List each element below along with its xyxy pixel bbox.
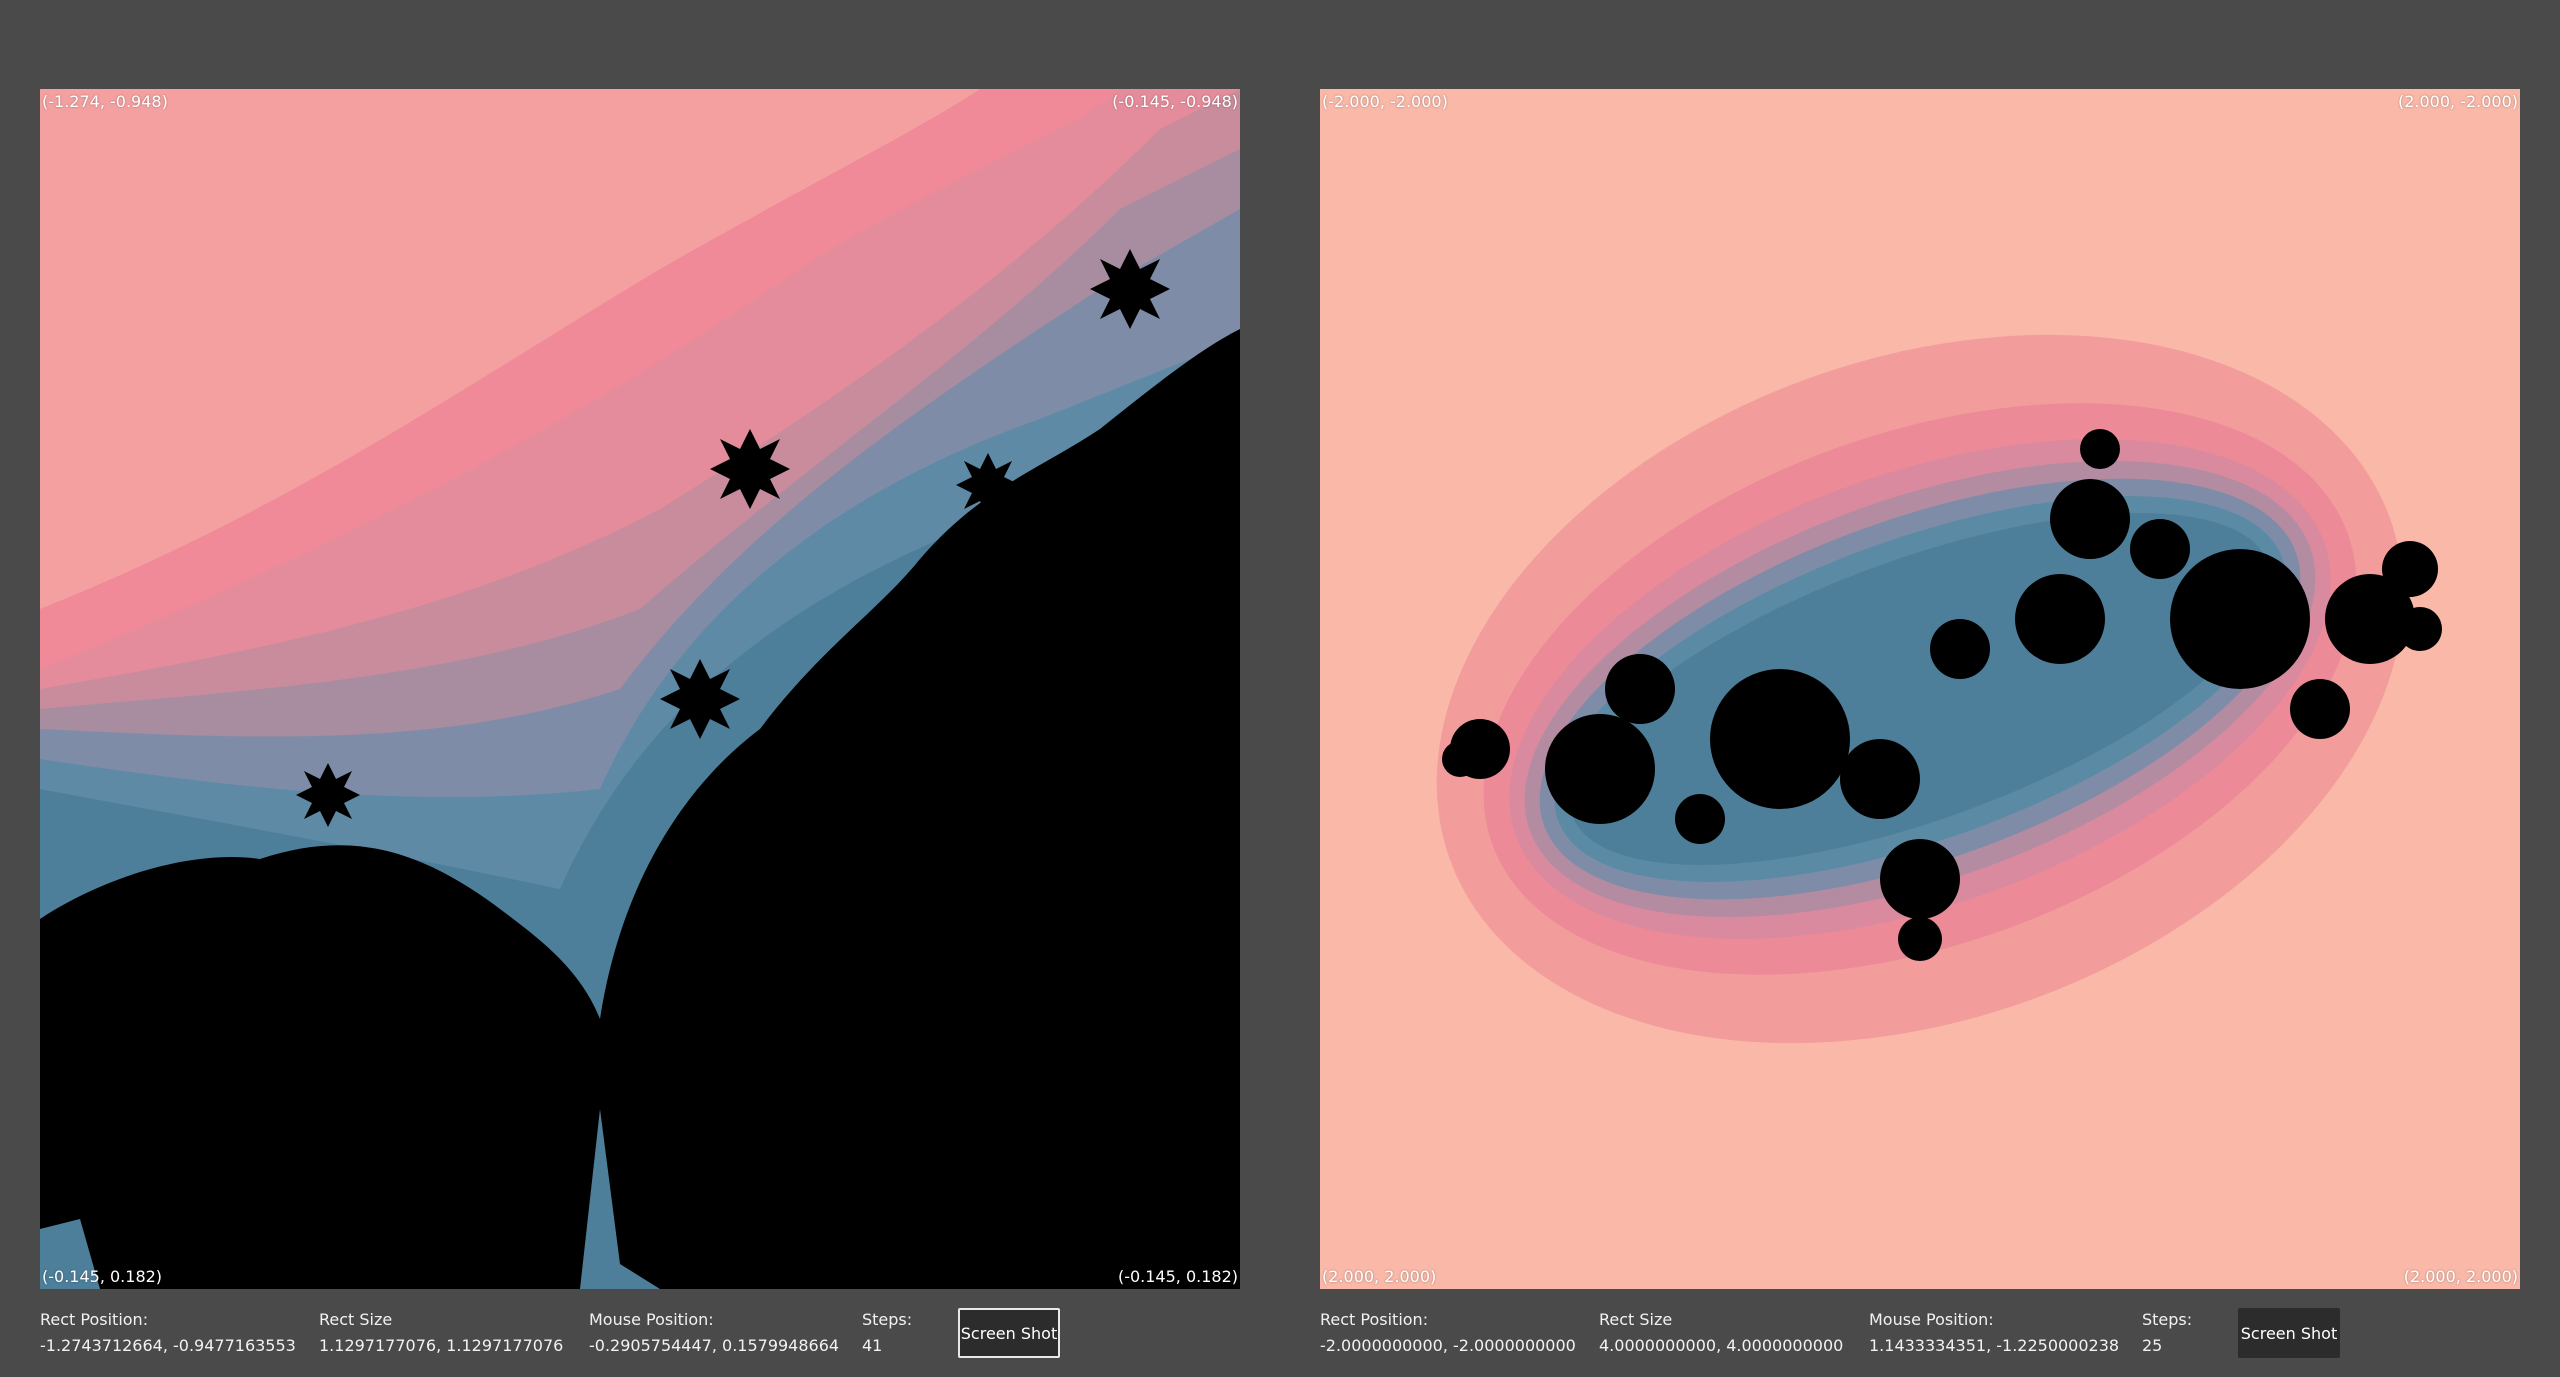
steps-value: 25	[2142, 1336, 2163, 1355]
rect-size-field: Rect Size 1.1297177076, 1.1297177076	[319, 1309, 563, 1357]
rect-size-field: Rect Size 4.0000000000, 4.0000000000	[1599, 1309, 1843, 1357]
mouse-position-label: Mouse Position:	[1869, 1310, 1994, 1329]
corner-bottom-right-label: (2.000, 2.000)	[2403, 1267, 2518, 1286]
mandelbrot-info-bar: Rect Position: -1.2743712664, -0.9477163…	[40, 1289, 1240, 1369]
mouse-position-value: 1.1433334351, -1.2250000238	[1869, 1336, 2120, 1355]
rect-size-label: Rect Size	[1599, 1310, 1673, 1329]
steps-value: 41	[862, 1336, 883, 1355]
julia-panel: (-2.000, -2.000) (2.000, -2.000) (2.000,…	[1320, 89, 2520, 1369]
rect-position-field: Rect Position: -2.0000000000, -2.0000000…	[1320, 1309, 1576, 1357]
mandelbrot-panel: (-1.274, -0.948) (-0.145, -0.948) (-0.14…	[40, 89, 1240, 1369]
corner-top-right-label: (-0.145, -0.948)	[1112, 92, 1238, 111]
julia-info-bar: Rect Position: -2.0000000000, -2.0000000…	[1320, 1289, 2520, 1369]
corner-bottom-right-label: (-0.145, 0.182)	[1117, 1267, 1238, 1286]
screenshot-button[interactable]: Screen Shot	[958, 1308, 1060, 1358]
mouse-position-field: Mouse Position: -0.2905754447, 0.1579948…	[589, 1309, 839, 1357]
mouse-position-field: Mouse Position: 1.1433334351, -1.2250000…	[1869, 1309, 2119, 1357]
julia-render	[1320, 89, 2520, 1289]
julia-canvas[interactable]: (-2.000, -2.000) (2.000, -2.000) (2.000,…	[1320, 89, 2520, 1289]
rect-position-value: -2.0000000000, -2.0000000000	[1320, 1336, 1576, 1355]
corner-bottom-left-label: (-0.145, 0.182)	[42, 1267, 163, 1286]
steps-label: Steps:	[862, 1310, 913, 1329]
rect-size-value: 1.1297177076, 1.1297177076	[319, 1336, 564, 1355]
steps-field: Steps: 25	[2142, 1309, 2192, 1357]
corner-top-left-label: (-1.274, -0.948)	[42, 92, 168, 111]
corner-top-right-label: (2.000, -2.000)	[2397, 92, 2518, 111]
mouse-position-label: Mouse Position:	[589, 1310, 714, 1329]
mouse-position-value: -0.2905754447, 0.1579948664	[589, 1336, 840, 1355]
steps-label: Steps:	[2142, 1310, 2193, 1329]
steps-field: Steps: 41	[862, 1309, 912, 1357]
rect-position-label: Rect Position:	[1320, 1310, 1429, 1329]
rect-size-value: 4.0000000000, 4.0000000000	[1599, 1336, 1844, 1355]
screenshot-button[interactable]: Screen Shot	[2238, 1308, 2340, 1358]
rect-position-label: Rect Position:	[40, 1310, 149, 1329]
rect-position-field: Rect Position: -1.2743712664, -0.9477163…	[40, 1309, 296, 1357]
rect-position-value: -1.2743712664, -0.9477163553	[40, 1336, 296, 1355]
corner-bottom-left-label: (2.000, 2.000)	[1322, 1267, 1437, 1286]
mandelbrot-canvas[interactable]: (-1.274, -0.948) (-0.145, -0.948) (-0.14…	[40, 89, 1240, 1289]
rect-size-label: Rect Size	[319, 1310, 393, 1329]
mandelbrot-render	[40, 89, 1240, 1289]
corner-top-left-label: (-2.000, -2.000)	[1322, 92, 1448, 111]
